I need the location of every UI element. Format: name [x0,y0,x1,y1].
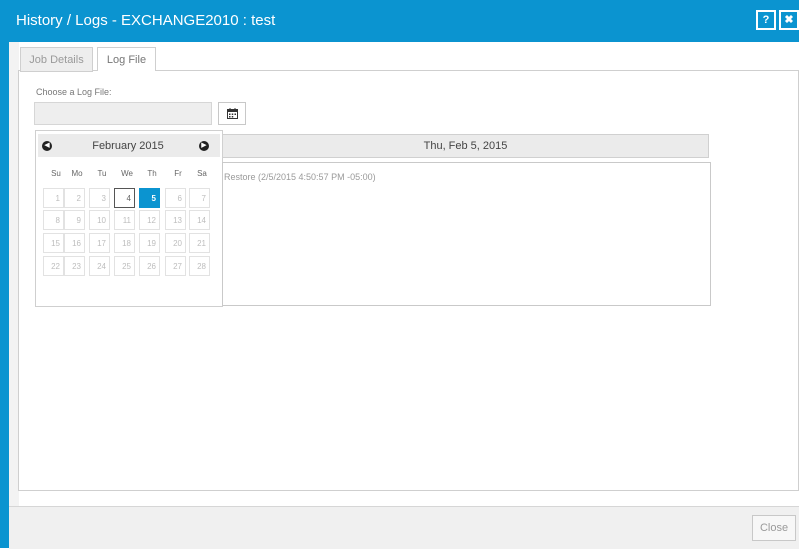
next-month-button[interactable]: ▶ [199,141,209,151]
calendar-day[interactable]: 4 [114,188,135,208]
help-button[interactable]: ? [756,10,776,30]
weekday-label: Su [51,169,61,178]
calendar-day: 19 [139,233,160,253]
calendar-day: 7 [189,188,210,208]
window-title: History / Logs - EXCHANGE2010 : test [16,12,276,29]
calendar-day: 9 [64,210,85,230]
calendar-day: 17 [89,233,110,253]
calendar-day: 21 [189,233,210,253]
calendar-day: 20 [165,233,186,253]
calendar-day: 8 [43,210,64,230]
close-button[interactable]: Close [752,515,796,541]
calendar-day: 27 [165,256,186,276]
weekday-label: Fr [174,169,182,178]
prev-month-button[interactable]: ◀ [42,141,52,151]
calendar-day: 25 [114,256,135,276]
log-entry[interactable]: Restore (2/5/2015 4:50:57 PM -05:00) [224,172,376,182]
chevron-left-icon: ◀ [44,142,50,149]
weekday-label: Sa [197,169,207,178]
calendar-day: 12 [139,210,160,230]
calendar-day: 10 [89,210,110,230]
calendar-day: 15 [43,233,64,253]
calendar-day: 13 [165,210,186,230]
dialog-left-border [0,42,9,548]
calendar-day: 16 [64,233,85,253]
calendar-day: 28 [189,256,210,276]
calendar-day: 26 [139,256,160,276]
calendar-day: 11 [114,210,135,230]
log-entries-list [222,162,711,306]
calendar-icon [227,108,238,119]
tab-job-details[interactable]: Job Details [20,47,93,72]
weekday-label: We [121,169,133,178]
weekday-label: Mo [71,169,83,178]
calendar-day: 22 [43,256,64,276]
calendar-day: 6 [165,188,186,208]
weekday-label: Th [147,169,157,178]
calendar-day: 1 [43,188,64,208]
calendar-day[interactable]: 5 [139,188,160,208]
calendar-month-label: February 2015 [92,140,164,152]
calendar-day: 2 [64,188,85,208]
calendar-day: 14 [189,210,210,230]
chevron-right-icon: ▶ [201,142,207,149]
title-bar: History / Logs - EXCHANGE2010 : test ? ✖ [0,0,799,42]
dialog-footer [9,506,799,549]
weekday-label: Tu [97,169,107,178]
calendar-button[interactable] [218,102,246,125]
window-close-button[interactable]: ✖ [779,10,799,30]
calendar-day: 24 [89,256,110,276]
calendar-day: 3 [89,188,110,208]
log-file-input[interactable] [34,102,212,125]
tab-log-file[interactable]: Log File [97,47,156,71]
calendar-day: 18 [114,233,135,253]
calendar-day: 23 [64,256,85,276]
log-date-header: Thu, Feb 5, 2015 [222,134,709,158]
choose-log-file-label: Choose a Log File: [36,87,112,97]
